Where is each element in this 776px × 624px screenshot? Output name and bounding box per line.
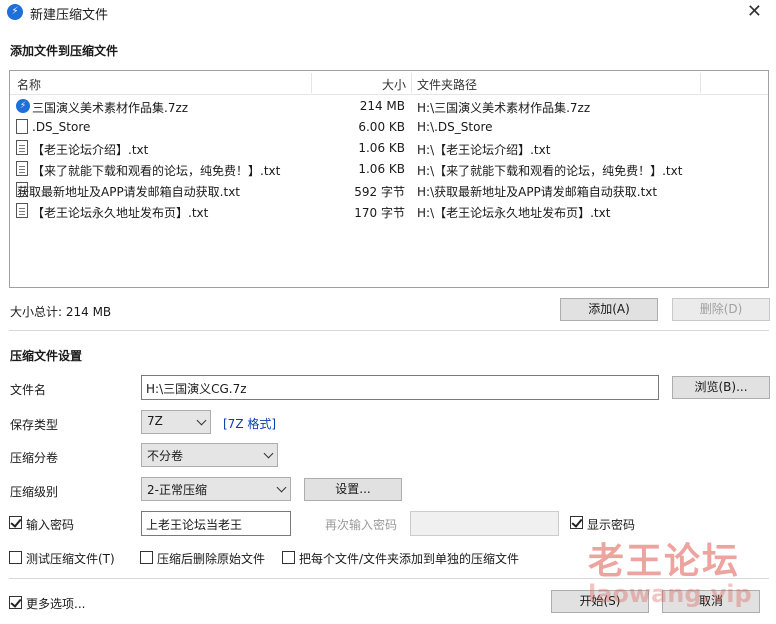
file-name: 获取最新地址及APP请发邮箱自动获取.txt	[17, 185, 241, 199]
chevron-down-icon	[196, 415, 207, 426]
watermark-url: laowang.vip	[588, 580, 752, 608]
list-header: 名称 大小 文件夹路径	[10, 71, 768, 95]
file-row[interactable]: 【老王论坛永久地址发布页】.txt 170 字节 H:\【老王论坛永久地址发布页…	[10, 201, 768, 222]
column-header-size[interactable]: 大小	[382, 76, 406, 93]
filename-input[interactable]: H:\三国演义CG.7z	[141, 375, 659, 400]
file-size: 1.06 KB	[358, 141, 405, 155]
close-icon[interactable]: ✕	[747, 1, 762, 22]
file-size: 214 MB	[359, 99, 405, 113]
file-row[interactable]: .DS_Store 6.00 KB H:\.DS_Store	[10, 117, 768, 138]
password-checkbox-label[interactable]: 输入密码	[26, 516, 74, 533]
delete-after-label[interactable]: 压缩后删除原始文件	[157, 550, 265, 567]
add-section-title: 添加文件到压缩文件	[10, 44, 119, 58]
file-name: 【老王论坛永久地址发布页】.txt	[32, 206, 209, 220]
text-file-icon	[16, 140, 28, 155]
add-button[interactable]: 添加(A)	[560, 298, 658, 321]
file-list[interactable]: 名称 大小 文件夹路径 ⚡ 三国演义美术素材作品集.7zz 214 MB H:\…	[9, 70, 769, 288]
separate-archives-label[interactable]: 把每个文件/文件夹添加到单独的压缩文件	[299, 550, 519, 567]
column-header-name[interactable]: 名称	[17, 76, 41, 93]
file-size: 592 字节	[354, 185, 405, 199]
show-password-label[interactable]: 显示密码	[587, 516, 635, 533]
file-path: H:\.DS_Store	[417, 120, 493, 134]
split-volume-value: 不分卷	[147, 449, 184, 463]
split-volume-label: 压缩分卷	[10, 451, 59, 465]
file-path: H:\【老王论坛介绍】.txt	[417, 143, 551, 157]
text-file-icon	[16, 203, 28, 218]
column-divider[interactable]	[700, 73, 701, 93]
file-row[interactable]: 【来了就能下载和观看的论坛，纯免费！】.txt 1.06 KB H:\【来了就能…	[10, 159, 768, 180]
reenter-password-input[interactable]	[410, 511, 559, 536]
level-settings-button[interactable]: 设置...	[304, 478, 402, 501]
save-type-label: 保存类型	[10, 418, 59, 432]
format-link[interactable]: [7Z 格式]	[223, 415, 276, 432]
file-size: 170 字节	[354, 206, 405, 220]
file-path: H:\【来了就能下载和观看的论坛，纯免费！】.txt	[417, 164, 683, 178]
file-icon	[16, 119, 28, 134]
file-name: 【来了就能下载和观看的论坛，纯免费！】.txt	[32, 164, 281, 178]
file-path: H:\【老王论坛永久地址发布页】.txt	[417, 206, 611, 220]
save-type-value: 7Z	[147, 414, 163, 428]
more-options-label[interactable]: 更多选项...	[26, 595, 85, 612]
password-input[interactable]: 上老王论坛当老王	[141, 511, 291, 536]
file-row[interactable]: 【老王论坛介绍】.txt 1.06 KB H:\【老王论坛介绍】.txt	[10, 138, 768, 159]
text-file-icon	[16, 161, 28, 176]
compression-level-label: 压缩级别	[10, 485, 59, 499]
7z-file-icon: ⚡	[16, 99, 30, 113]
file-row[interactable]: 获取最新地址及APP请发邮箱自动获取.txt 592 字节 H:\获取最新地址及…	[10, 180, 768, 201]
column-divider[interactable]	[411, 73, 412, 93]
reenter-password-label: 再次输入密码	[325, 518, 398, 532]
file-name: .DS_Store	[32, 120, 91, 134]
file-name: 【老王论坛介绍】.txt	[32, 143, 149, 157]
more-options-checkbox[interactable]	[9, 596, 22, 609]
file-size: 1.06 KB	[358, 162, 405, 176]
test-archive-label[interactable]: 测试压缩文件(T)	[26, 550, 115, 567]
settings-section-title: 压缩文件设置	[10, 349, 83, 363]
browse-button[interactable]: 浏览(B)...	[672, 376, 770, 399]
total-size-label: 大小总计: 214 MB	[10, 305, 112, 319]
separate-archives-checkbox[interactable]	[282, 551, 295, 564]
compression-level-value: 2-正常压缩	[147, 483, 207, 497]
file-path: H:\获取最新地址及APP请发邮箱自动获取.txt	[417, 185, 658, 199]
file-size: 6.00 KB	[358, 120, 405, 134]
compression-level-select[interactable]: 2-正常压缩	[141, 477, 291, 501]
chevron-down-icon	[276, 482, 287, 493]
app-logo-icon: ⚡	[7, 4, 23, 20]
file-row[interactable]: ⚡ 三国演义美术素材作品集.7zz 214 MB H:\三国演义美术素材作品集.…	[10, 96, 768, 117]
save-type-select[interactable]: 7Z	[141, 410, 211, 434]
watermark-logo: 老王论坛	[588, 541, 741, 582]
window-title: 新建压缩文件	[30, 8, 109, 23]
file-path: H:\三国演义美术素材作品集.7zz	[417, 101, 591, 115]
file-name: 三国演义美术素材作品集.7zz	[32, 101, 189, 115]
column-header-path[interactable]: 文件夹路径	[417, 76, 477, 93]
show-password-checkbox[interactable]	[570, 516, 583, 529]
divider	[9, 330, 769, 331]
delete-after-checkbox[interactable]	[140, 551, 153, 564]
column-divider[interactable]	[311, 73, 312, 93]
title-bar: ⚡ 新建压缩文件 ✕	[0, 0, 776, 24]
delete-button[interactable]: 删除(D)	[672, 298, 770, 321]
chevron-down-icon	[263, 448, 274, 459]
filename-label: 文件名	[10, 383, 47, 397]
split-volume-select[interactable]: 不分卷	[141, 443, 278, 467]
password-checkbox[interactable]	[9, 516, 22, 529]
test-archive-checkbox[interactable]	[9, 551, 22, 564]
